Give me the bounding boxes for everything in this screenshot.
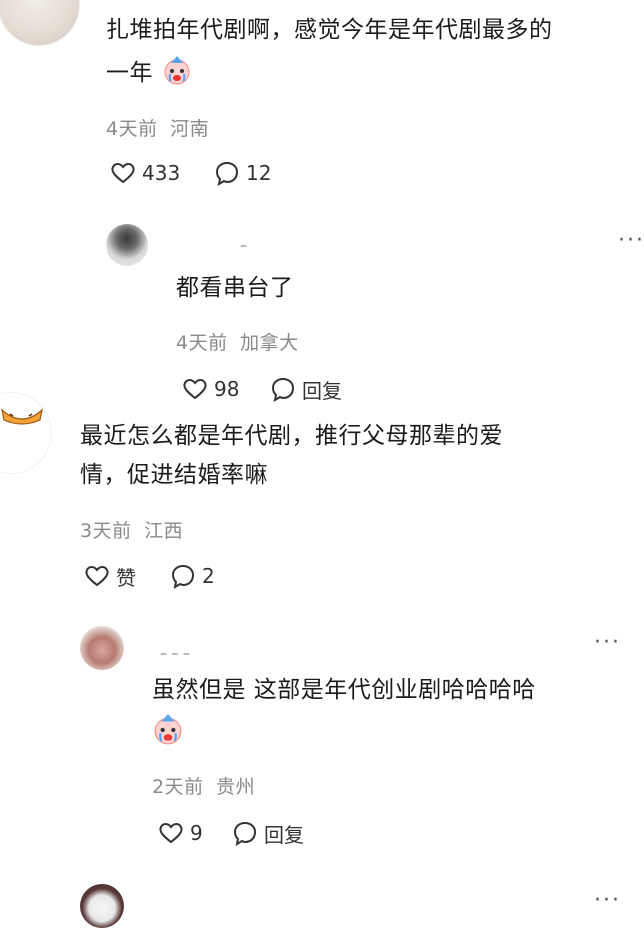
reply-meta: 4天前 加拿大 [176,328,299,355]
like-button[interactable]: 98 [182,374,239,404]
comment-location: 江西 [144,520,184,542]
reply-button[interactable]: 回复 [232,818,304,848]
like-button[interactable]: 赞 [84,561,136,591]
comment-text: 最近怎么都是年代剧，推行父母那辈的爱 [80,423,503,449]
reply-text: 虽然但是 这部是年代创业剧哈哈哈哈 [152,677,536,703]
reply-button[interactable]: 回复 [270,374,342,404]
reply-text: 都看串台了 [176,275,294,301]
reply-count: 12 [246,161,272,185]
comment-bubble-icon [171,564,195,589]
reply-count-button[interactable]: 2 [170,561,215,591]
comment-bubble-icon [271,377,295,402]
avatar[interactable] [80,884,124,928]
heart-icon [159,823,183,844]
reply-count-button[interactable]: 12 [214,158,271,188]
reply-label: 回复 [302,378,342,403]
comment-bubble-icon [233,821,257,846]
more-options-button[interactable]: ··· [618,228,644,253]
avatar[interactable] [80,626,124,670]
comment-meta: 3天前 江西 [80,516,183,543]
like-button[interactable]: 433 [110,158,180,188]
comment-text: 扎堆拍年代剧啊，感觉今年是年代剧最多的 [106,17,553,43]
avatar[interactable] [0,0,80,46]
reply-meta: 2天前 贵州 [152,772,255,799]
cat-avatar-icon [0,406,44,432]
avatar[interactable] [0,392,52,474]
avatar[interactable] [106,224,148,266]
comment-time: 3天前 [80,520,132,542]
comment-text: 情，促进结婚率嘛 [80,462,268,488]
username[interactable]: – – – [160,646,190,662]
reply-count: 2 [202,564,215,588]
comment-time: 4天前 [106,118,158,140]
like-label: 赞 [116,565,136,590]
reply-label: 回复 [264,822,304,847]
comment-location: 河南 [170,118,210,140]
reply-location: 加拿大 [240,332,299,354]
crying-clown-emoji [162,56,192,90]
reply-time: 2天前 [152,776,204,798]
more-options-button[interactable]: ··· [594,888,621,913]
crying-clown-emoji [152,714,184,750]
like-count: 9 [190,821,203,845]
like-button[interactable]: 9 [158,818,203,848]
heart-icon [183,379,207,400]
comment-bubble-icon [215,161,239,186]
username[interactable]: – [240,238,247,254]
more-options-button[interactable]: ··· [594,630,621,655]
reply-location: 贵州 [216,776,256,798]
comment-meta: 4天前 河南 [106,114,209,141]
like-count: 433 [142,161,181,185]
heart-icon [85,566,109,587]
heart-icon [111,163,135,184]
like-count: 98 [214,377,240,401]
reply-time: 4天前 [176,332,228,354]
comment-text: 一年 [106,60,153,86]
